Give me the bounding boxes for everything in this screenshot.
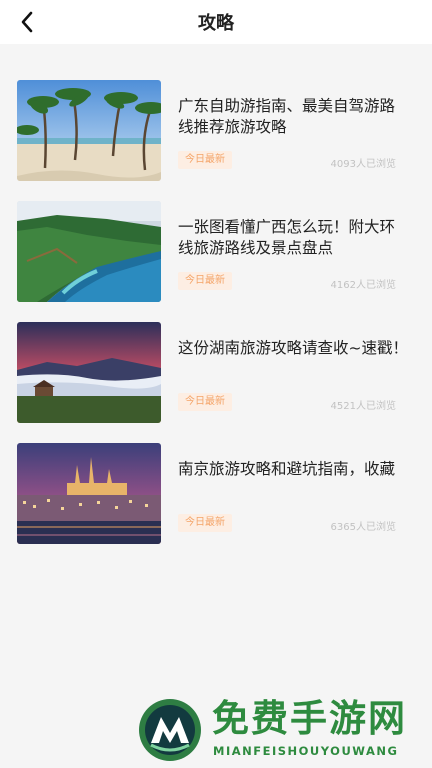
view-count: 4521人已浏览 xyxy=(330,401,396,412)
top-bar: 攻略 xyxy=(0,0,432,44)
back-button[interactable] xyxy=(14,8,40,36)
list-item[interactable]: 广东自助游指南、最美自驾游路线推荐旅游攻略 今日最新 4093人已浏览 xyxy=(0,62,432,183)
thumbnail-image xyxy=(17,443,161,544)
thumbnail-image xyxy=(17,80,161,181)
page-title: 攻略 xyxy=(198,13,234,34)
watermark: 免费手游网 MIANFEISHOUYOUWANG xyxy=(137,695,427,765)
new-today-badge: 今日最新 xyxy=(178,514,232,532)
view-count: 4162人已浏览 xyxy=(330,280,396,291)
new-today-badge: 今日最新 xyxy=(178,393,232,411)
thumbnail-image xyxy=(17,201,161,302)
item-title: 广东自助游指南、最美自驾游路线推荐旅游攻略 xyxy=(178,97,396,136)
new-today-badge: 今日最新 xyxy=(178,151,232,169)
item-title: 一张图看懂广西怎么玩！附大环线旅游路线及景点盘点 xyxy=(178,218,396,257)
thumbnail-image xyxy=(17,322,161,423)
site-logo-icon xyxy=(139,699,201,761)
view-count: 6365人已浏览 xyxy=(330,522,396,533)
chevron-left-icon xyxy=(21,11,33,33)
list-item[interactable]: 南京旅游攻略和避坑指南，收藏 今日最新 6365人已浏览 xyxy=(0,425,432,546)
list-item[interactable]: 这份湖南旅游攻略请查收~速戳！ 今日最新 4521人已浏览 xyxy=(0,304,432,425)
list-item[interactable]: 一张图看懂广西怎么玩！附大环线旅游路线及景点盘点 今日最新 4162人已浏览 xyxy=(0,183,432,304)
new-today-badge: 今日最新 xyxy=(178,272,232,290)
item-title: 这份湖南旅游攻略请查收~速戳！ xyxy=(178,339,408,357)
watermark-text: 免费手游网 xyxy=(212,696,407,740)
guide-list: 广东自助游指南、最美自驾游路线推荐旅游攻略 今日最新 4093人已浏览 一张图看… xyxy=(0,62,432,546)
watermark-subtext: MIANFEISHOUYOUWANG xyxy=(213,744,399,758)
view-count: 4093人已浏览 xyxy=(330,159,396,170)
item-title: 南京旅游攻略和避坑指南，收藏 xyxy=(178,460,396,478)
